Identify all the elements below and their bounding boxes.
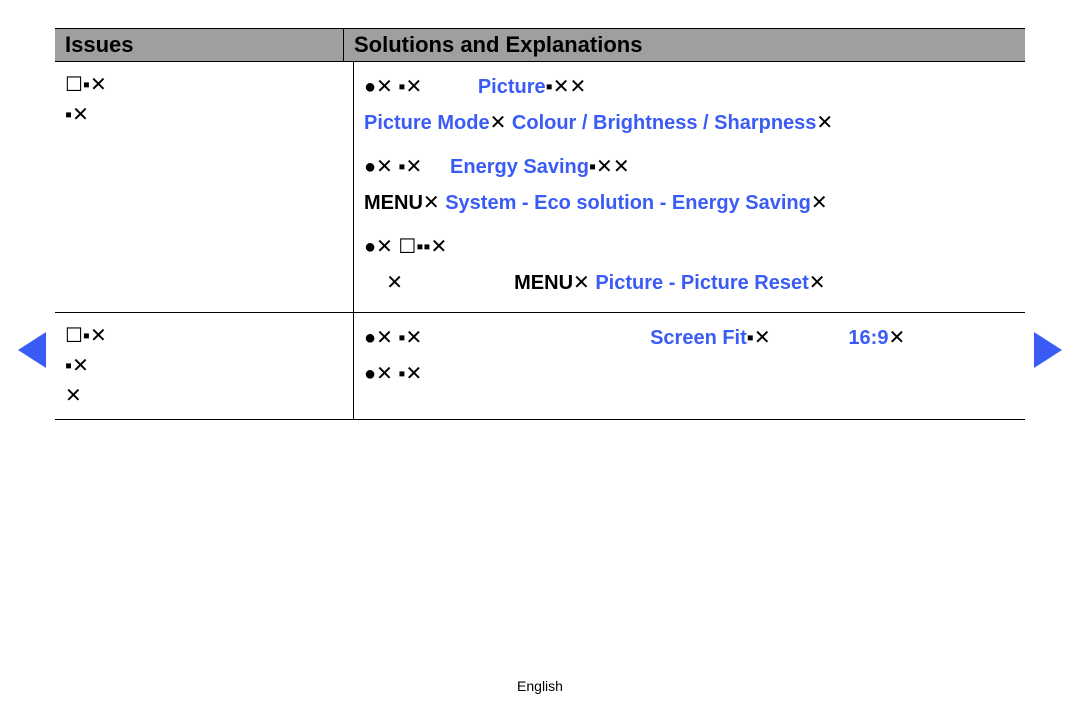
solution-line: ✕ MENU✕ Picture - Picture Reset✕ bbox=[364, 268, 1015, 298]
solution-cell: ●✕ ▪✕ Picture▪✕✕ Picture Mode✕ Colour / … bbox=[354, 62, 1025, 312]
solution-line: ●✕ ☐▪▪✕ bbox=[364, 232, 1015, 262]
header-solutions: Solutions and Explanations bbox=[344, 29, 1025, 61]
aspect-169: 16:9 bbox=[848, 327, 888, 349]
solution-cell: ●✕ ▪✕ Screen Fit▪✕ 16:9✕ ●✕ ▪✕ bbox=[354, 313, 1025, 419]
troubleshoot-table: Issues Solutions and Explanations ☐▪✕ ▪✕… bbox=[55, 28, 1025, 420]
table-row: ☐▪✕ ▪✕ ●✕ ▪✕ Picture▪✕✕ Picture Mode✕ Co… bbox=[55, 62, 1025, 313]
picture-reset-link: Picture - Picture Reset bbox=[595, 272, 808, 294]
menu-label: MENU bbox=[514, 272, 573, 294]
issue-cell: ☐▪✕ ▪✕ bbox=[55, 62, 354, 312]
picture-link: Picture bbox=[478, 76, 546, 98]
screen-fit-link: Screen Fit bbox=[650, 327, 747, 349]
solution-line: ●✕ ▪✕ bbox=[364, 359, 1015, 389]
cbs-link: Colour / Brightness / Sharpness bbox=[512, 112, 817, 134]
next-page-arrow-icon[interactable] bbox=[1034, 332, 1062, 368]
solution-line: MENU✕ System - Eco solution - Energy Sav… bbox=[364, 188, 1015, 218]
table-header: Issues Solutions and Explanations bbox=[55, 28, 1025, 62]
issue-text: ☐▪✕ bbox=[65, 321, 107, 351]
solution-line: Picture Mode✕ Colour / Brightness / Shar… bbox=[364, 108, 1015, 138]
table-row: ☐▪✕ ▪✕ ✕ ●✕ ▪✕ Screen Fit▪✕ 16:9✕ ●✕ ▪✕ bbox=[55, 313, 1025, 420]
footer-language: English bbox=[0, 678, 1080, 694]
issue-text: ▪✕ bbox=[65, 351, 89, 381]
issue-cell: ☐▪✕ ▪✕ ✕ bbox=[55, 313, 354, 419]
energy-saving-link: Energy Saving bbox=[450, 156, 589, 178]
issue-text: ▪✕ bbox=[65, 100, 89, 130]
issue-text: ☐▪✕ bbox=[65, 70, 107, 100]
solution-line: ●✕ ▪✕ Energy Saving▪✕✕ bbox=[364, 152, 1015, 182]
menu-label: MENU bbox=[364, 192, 423, 214]
eco-path-link: System - Eco solution - Energy Saving bbox=[445, 192, 811, 214]
solution-line: ●✕ ▪✕ Screen Fit▪✕ 16:9✕ bbox=[364, 323, 1015, 353]
solution-line: ●✕ ▪✕ Picture▪✕✕ bbox=[364, 72, 1015, 102]
picture-mode-link: Picture Mode bbox=[364, 112, 490, 134]
header-issues: Issues bbox=[55, 29, 344, 61]
prev-page-arrow-icon[interactable] bbox=[18, 332, 46, 368]
issue-text: ✕ bbox=[65, 381, 82, 411]
